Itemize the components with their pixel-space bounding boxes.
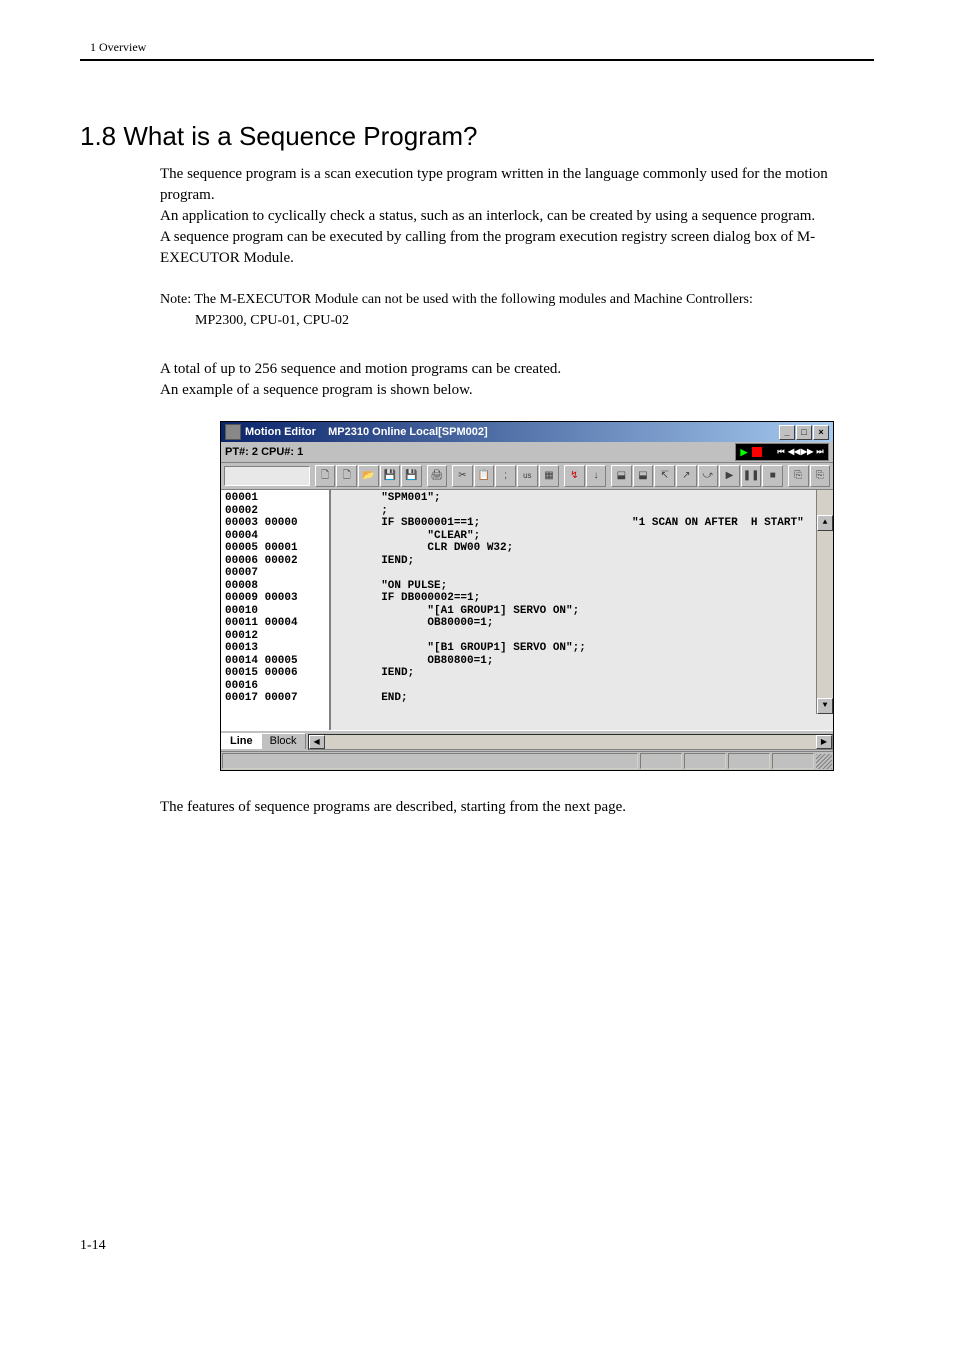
- resize-grip[interactable]: [816, 754, 832, 769]
- tab-block[interactable]: Block: [261, 733, 306, 749]
- play-button[interactable]: ▶: [738, 446, 750, 458]
- tb-misc2-icon[interactable]: ⎘: [810, 465, 831, 487]
- toolbar: 🗋 🗋 📂 💾 💾 🖨 ✂ 📋 ; us ▦ ↯ ↓ ⬓ ⬓ ↸: [221, 463, 833, 490]
- tb-semicolon-icon[interactable]: ;: [495, 465, 516, 487]
- minimize-button[interactable]: _: [779, 425, 795, 440]
- tb-new2-icon[interactable]: 🗋: [336, 465, 357, 487]
- note-label: Note:: [160, 292, 191, 307]
- window-subtitle-bar: PT#: 2 CPU#: 1 ▶ ⏮ ◀◀ ▶▶ ⏭: [221, 442, 833, 463]
- tb-save-icon[interactable]: 💾: [380, 465, 401, 487]
- tb-stepout-icon[interactable]: ↸: [654, 465, 675, 487]
- vertical-scrollbar[interactable]: ▲ ▼: [816, 490, 833, 714]
- rewind-button[interactable]: ◀◀: [788, 446, 800, 458]
- body-p3: A sequence program can be executed by ca…: [160, 229, 815, 266]
- tb-run-icon[interactable]: ▶: [719, 465, 740, 487]
- body-p2: An application to cyclically check a sta…: [160, 208, 815, 224]
- tb-cut-icon[interactable]: ✂: [452, 465, 473, 487]
- body-p4: A total of up to 256 sequence and motion…: [160, 361, 561, 377]
- status-pane-1: [222, 753, 638, 769]
- line-number-gutter: 00001 00002 00003 00000 00004 00005 0000…: [221, 490, 331, 730]
- page-header-chapter: 1 Overview: [80, 40, 874, 55]
- subtitle-text: PT#: 2 CPU#: 1: [225, 446, 303, 458]
- title-doc-name: MP2310 Online Local[SPM002]: [328, 426, 488, 438]
- screenshot-motion-editor: Motion Editor MP2310 Online Local[SPM002…: [220, 421, 874, 771]
- tb-break-icon[interactable]: ⤻: [698, 465, 719, 487]
- horizontal-scrollbar[interactable]: ◀ ▶: [308, 734, 833, 750]
- scroll-down-button[interactable]: ▼: [817, 698, 833, 714]
- note-block: Note: The M-EXECUTOR Module can not be u…: [160, 289, 874, 331]
- status-pane-5: [772, 753, 814, 769]
- scroll-up-button[interactable]: ▲: [817, 515, 833, 531]
- body-p1: The sequence program is a scan execution…: [160, 166, 828, 203]
- maximize-button[interactable]: □: [796, 425, 812, 440]
- forward-button[interactable]: ▶▶: [801, 446, 813, 458]
- body-paragraph-block-2: A total of up to 256 sequence and motion…: [160, 359, 874, 401]
- editor-body: 00001 00002 00003 00000 00004 00005 0000…: [221, 490, 833, 730]
- status-pane-4: [728, 753, 770, 769]
- body-p5: An example of a sequence program is show…: [160, 382, 473, 398]
- tb-stepover-icon[interactable]: ⬓: [633, 465, 654, 487]
- note-body-2: MP2300, CPU-01, CPU-02: [195, 313, 349, 328]
- title-app-name: Motion Editor: [245, 426, 316, 438]
- tb-new-icon[interactable]: 🗋: [315, 465, 336, 487]
- code-content: "SPM001"; ; IF SB000001==1; "1 SCAN ON A…: [335, 492, 804, 704]
- stop-button[interactable]: [751, 446, 763, 458]
- playback-bar: ▶ ⏮ ◀◀ ▶▶ ⏭: [735, 443, 829, 461]
- tb-print-icon[interactable]: 🖨: [427, 465, 448, 487]
- tb-misc1-icon[interactable]: ⎘: [788, 465, 809, 487]
- scroll-right-button[interactable]: ▶: [816, 735, 832, 749]
- code-editor-area[interactable]: "SPM001"; ; IF SB000001==1; "1 SCAN ON A…: [331, 490, 833, 730]
- tb-step-icon[interactable]: ⬓: [611, 465, 632, 487]
- tb-grid-icon[interactable]: ▦: [539, 465, 560, 487]
- footer-tab-bar: Line Block ◀ ▶: [221, 730, 833, 751]
- status-pane-2: [640, 753, 682, 769]
- note-body: The M-EXECUTOR Module can not be used wi…: [194, 292, 752, 307]
- toolbar-dropdown[interactable]: [224, 466, 310, 486]
- app-icon: [225, 424, 241, 440]
- scroll-left-button[interactable]: ◀: [309, 735, 325, 749]
- tb-saveall-icon[interactable]: 💾: [401, 465, 422, 487]
- header-divider: [80, 59, 874, 61]
- tb-pause-icon[interactable]: ❚❚: [741, 465, 762, 487]
- tb-paste-icon[interactable]: 📋: [474, 465, 495, 487]
- tb-stop2-icon[interactable]: ■: [762, 465, 783, 487]
- section-heading: 1.8 What is a Sequence Program?: [80, 121, 874, 152]
- skip-back-button[interactable]: ⏮: [775, 446, 787, 458]
- close-button[interactable]: ×: [813, 425, 829, 440]
- window-titlebar[interactable]: Motion Editor MP2310 Online Local[SPM002…: [221, 422, 833, 442]
- tb-us-icon[interactable]: us: [517, 465, 538, 487]
- tb-red-down-icon[interactable]: ↯: [564, 465, 585, 487]
- skip-forward-button[interactable]: ⏭: [814, 446, 826, 458]
- body-paragraph-block-1: The sequence program is a scan execution…: [160, 164, 874, 269]
- tb-down-icon[interactable]: ↓: [586, 465, 607, 487]
- tb-open-icon[interactable]: 📂: [358, 465, 379, 487]
- status-bar: [221, 751, 833, 770]
- status-pane-3: [684, 753, 726, 769]
- tab-line[interactable]: Line: [221, 733, 262, 749]
- tb-stepinto-icon[interactable]: ↗: [676, 465, 697, 487]
- page-number: 1-14: [80, 1238, 874, 1254]
- body-p6: The features of sequence programs are de…: [160, 797, 874, 818]
